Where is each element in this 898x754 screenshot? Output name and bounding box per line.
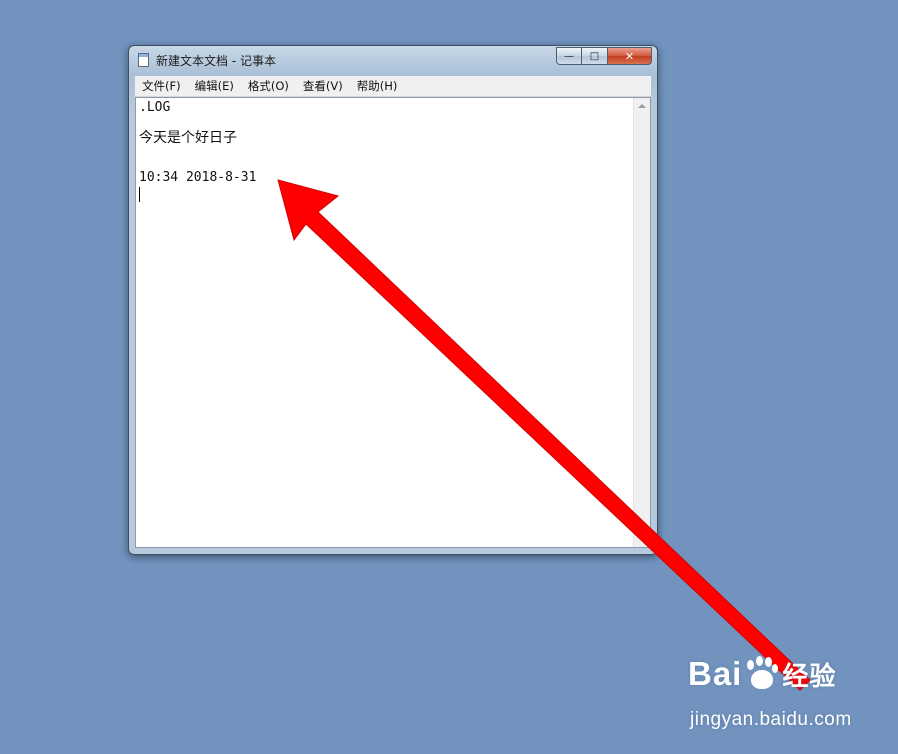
vertical-scrollbar[interactable] <box>633 98 650 547</box>
caption-buttons: — □ ✕ <box>556 47 652 66</box>
baidu-url: jingyan.baidu.com <box>690 709 852 730</box>
baidu-watermark: Bai 经验 jingyan.baidu.com <box>688 655 858 735</box>
title-bar[interactable]: 新建文本文档 - 记事本 — □ ✕ <box>129 46 657 74</box>
text-caret <box>139 187 140 202</box>
baidu-paw-icon <box>744 656 779 692</box>
notepad-window: 新建文本文档 - 记事本 — □ ✕ 文件(F) 编辑(E) 格式(O) 查看(… <box>128 45 658 555</box>
baidu-logo-suffix: 经验 <box>782 661 837 692</box>
menu-bar: 文件(F) 编辑(E) 格式(O) 查看(V) 帮助(H) <box>135 76 651 97</box>
editor-content[interactable]: .LOG 今天是个好日子 10:34 2018-8-31 <box>136 98 633 547</box>
menu-view[interactable]: 查看(V) <box>296 76 350 96</box>
maximize-button[interactable]: □ <box>582 47 608 65</box>
menu-edit[interactable]: 编辑(E) <box>188 76 241 96</box>
close-icon: ✕ <box>624 49 635 63</box>
notepad-icon[interactable] <box>138 53 149 67</box>
scroll-up-icon[interactable] <box>638 104 646 108</box>
menu-file[interactable]: 文件(F) <box>135 76 188 96</box>
menu-help[interactable]: 帮助(H) <box>350 76 405 96</box>
close-button[interactable]: ✕ <box>608 47 652 65</box>
editor-line-timestamp: 10:34 2018-8-31 <box>139 170 257 185</box>
text-editor[interactable]: .LOG 今天是个好日子 10:34 2018-8-31 <box>135 97 651 548</box>
baidu-logo-text: Bai <box>688 655 743 692</box>
editor-line-text: 今天是个好日子 <box>139 130 237 146</box>
menu-format[interactable]: 格式(O) <box>241 76 296 96</box>
scroll-down-icon[interactable] <box>638 537 646 541</box>
minimize-button[interactable]: — <box>556 47 582 65</box>
baidu-logo: Bai 经验 <box>688 655 836 693</box>
window-title: 新建文本文档 - 记事本 <box>156 54 276 68</box>
maximize-icon: □ <box>589 50 600 62</box>
editor-line-log: .LOG <box>139 100 171 115</box>
minimize-icon: — <box>564 50 574 62</box>
